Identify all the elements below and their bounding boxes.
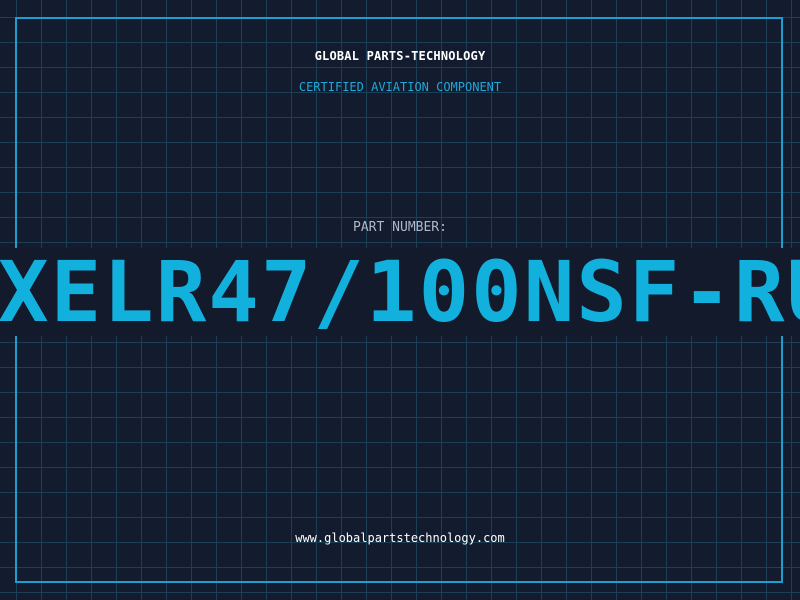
certificate-card: GLOBAL PARTS-TECHNOLOGY CERTIFIED AVIATI… <box>0 0 800 600</box>
certification-subtitle: CERTIFIED AVIATION COMPONENT <box>298 80 502 94</box>
part-number-value: XELR47/100NSF-RUBY <box>0 248 800 336</box>
company-name: GLOBAL PARTS-TECHNOLOGY <box>314 49 486 63</box>
website-url: www.globalpartstechnology.com <box>295 531 505 545</box>
part-number-band: XELR47/100NSF-RUBY <box>0 248 800 336</box>
part-number-label: PART NUMBER: <box>353 220 447 235</box>
